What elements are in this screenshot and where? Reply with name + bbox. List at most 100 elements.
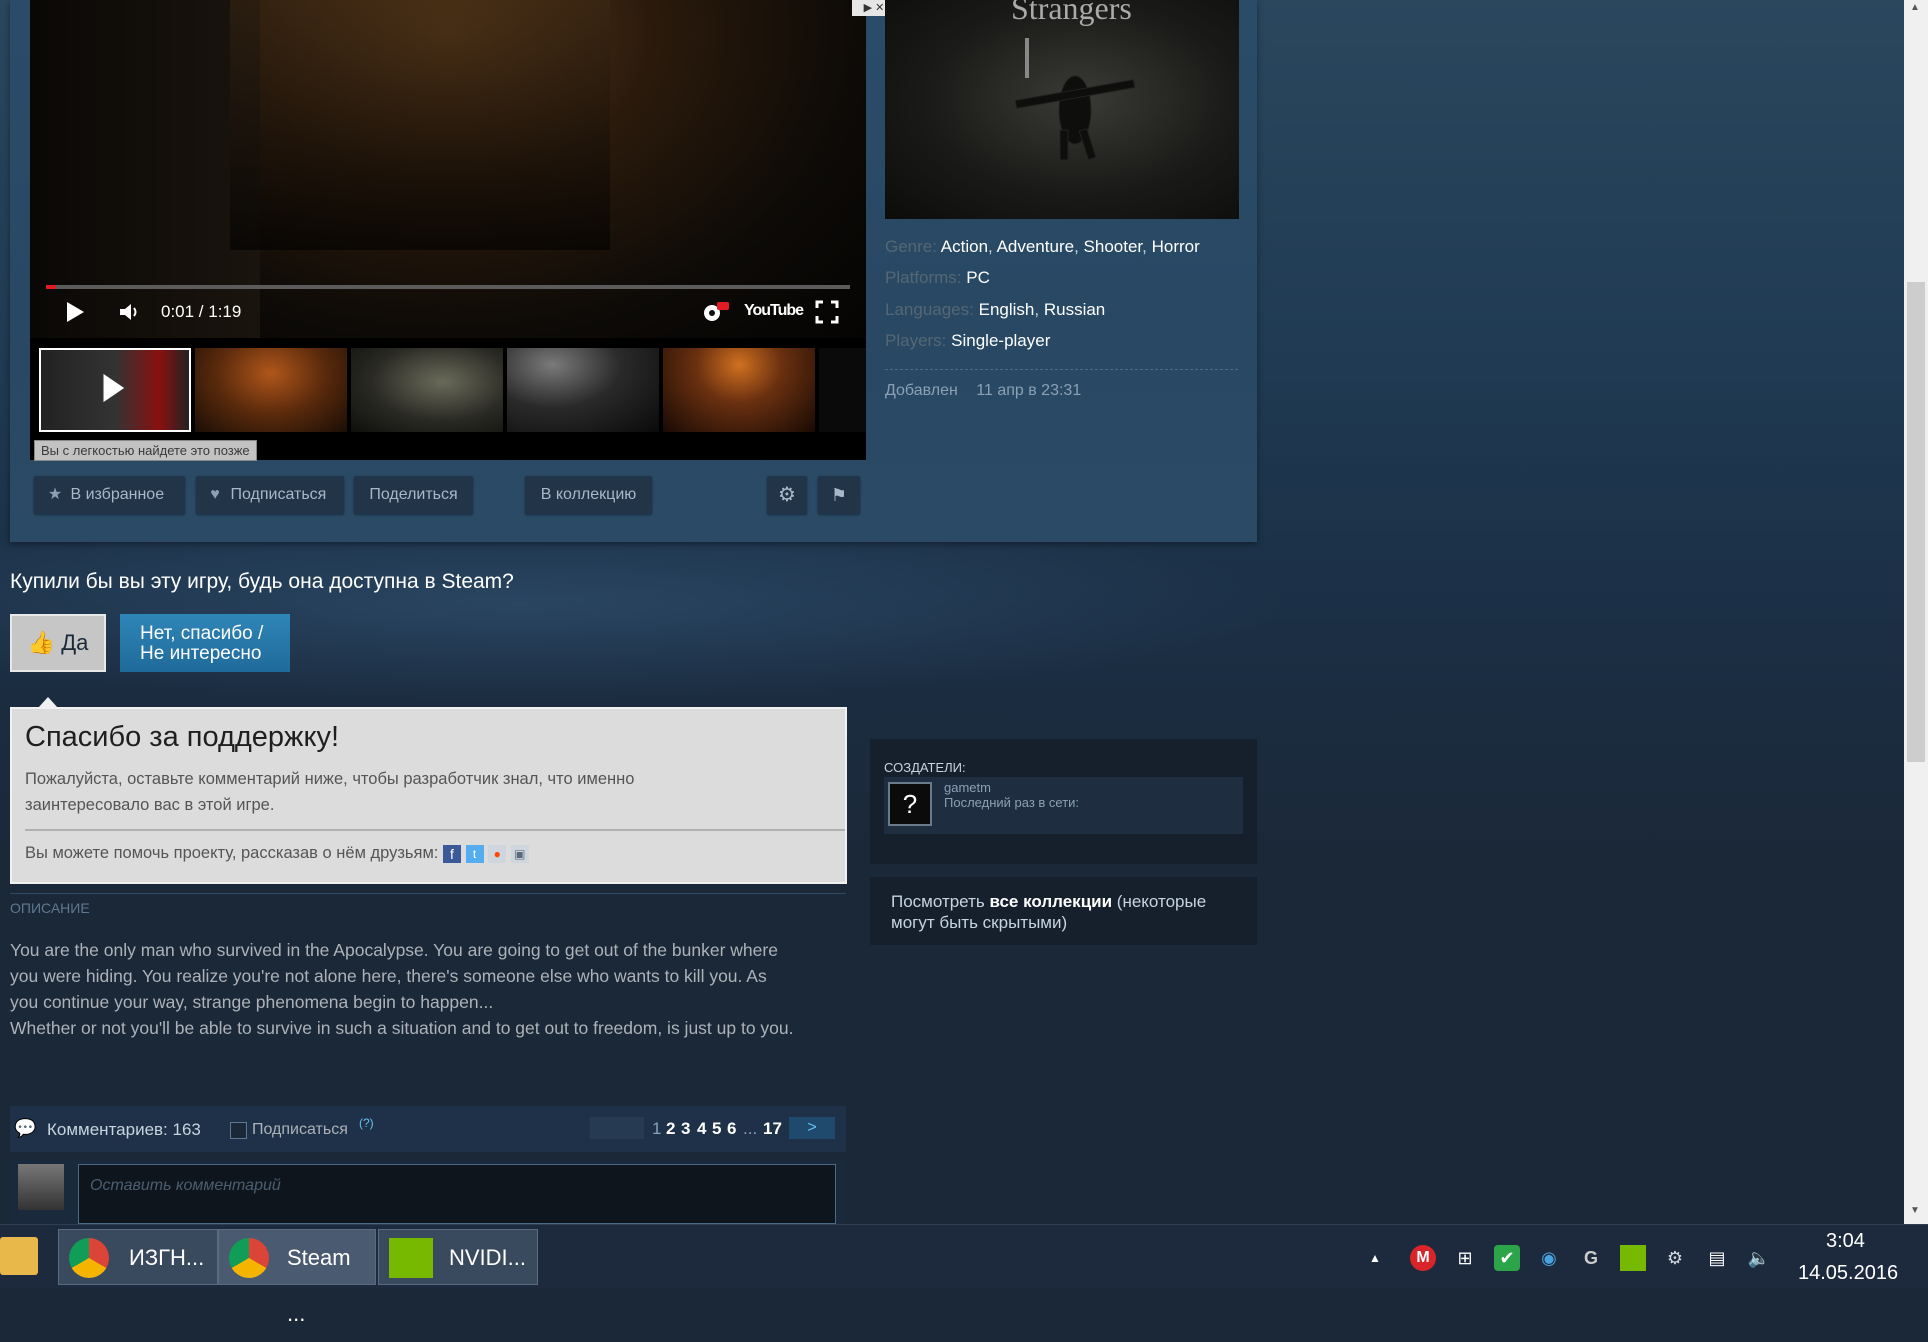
info-separator [885,369,1238,370]
genre-label: Genre: [885,237,937,256]
tray-expand-icon[interactable]: ▲ [1362,1245,1388,1271]
page-4[interactable]: 4 [697,1119,706,1139]
players-label: Players: [885,331,947,350]
added-label: Добавлен [885,382,958,399]
collections-suffix: (некоторые [1112,892,1207,911]
page-scrollbar[interactable]: ▲ ▼ [1904,0,1928,1224]
thumbnail-screenshot-1[interactable] [195,348,347,432]
share-button-label: Поделиться [369,486,458,503]
facebook-icon[interactable]: f [443,844,461,863]
game-cover-image: Strangers [885,0,1239,219]
taskbar-app-chrome-2[interactable]: Steam ... [218,1229,376,1326]
clock-date[interactable]: 14.05.2016 [1798,1262,1898,1285]
page-17[interactable]: 17 [763,1119,782,1139]
steam-tray-icon[interactable]: ⚙ [1662,1245,1688,1271]
genre-action[interactable]: Action [941,237,988,256]
taskbar-app-chrome-1[interactable]: ИЗГН... [58,1229,218,1285]
report-button[interactable]: ⚑ [818,476,860,514]
thumbnail-screenshot-4[interactable] [663,348,815,432]
thumbnail-video[interactable] [39,348,191,432]
heart-icon: ♥ [210,486,220,503]
thanks-title: Спасибо за поддержку! [25,721,340,753]
share-button[interactable]: Поделиться [354,476,473,514]
taskbar-app-nvidia[interactable]: NVIDI... [378,1229,538,1285]
language-russian: Russian [1043,300,1106,319]
comment-input[interactable]: Оставить комментарий [78,1164,836,1224]
taskbar-app-chrome-1-label: ИЗГН... [129,1245,205,1270]
scroll-up-icon[interactable]: ▲ [1910,2,1920,13]
video-progress-bar[interactable] [46,285,850,289]
sync-check-icon[interactable]: ✔ [1494,1245,1520,1271]
youtube-logo[interactable]: YouTube [744,302,804,320]
page-2[interactable]: 2 [666,1119,675,1139]
genre-adventure[interactable]: Adventure [997,237,1075,256]
chrome-icon [69,1238,109,1278]
creator-last-online: Последний раз в сети: [944,795,1080,810]
favorite-button[interactable]: ★ В избранное [34,476,185,514]
windows-icon[interactable]: ⊞ [1452,1245,1478,1271]
nvidia-tray-icon[interactable] [1620,1245,1646,1271]
user-avatar [18,1164,64,1210]
genre-horror[interactable]: Horror [1152,237,1200,256]
thumbnail-screenshot-3[interactable] [507,348,659,432]
page-6[interactable]: 6 [727,1119,736,1139]
creator-card[interactable]: ? gametm Последний раз в сети: [884,777,1243,834]
subscribe-label[interactable]: Подписаться [252,1121,348,1139]
thumbnail-screenshot-2[interactable] [351,348,503,432]
digg-icon[interactable]: ▣ [510,844,529,863]
file-explorer-icon[interactable] [0,1237,38,1275]
description-divider [10,893,846,894]
prev-page-button[interactable] [590,1117,644,1139]
comment-placeholder: Оставить комментарий [90,1177,281,1194]
page-ellipsis: ... [743,1119,758,1138]
network-icon[interactable]: ▤ [1704,1245,1730,1271]
page-5[interactable]: 5 [712,1119,721,1139]
added-value: 11 апр в 23:31 [976,382,1082,399]
language-english: English [978,300,1035,319]
page-1[interactable]: 1 [652,1119,661,1139]
twitter-icon[interactable]: t [465,844,484,863]
creator-name[interactable]: gametm [944,780,991,795]
volume-tray-icon[interactable]: 🔈 [1746,1245,1772,1271]
vote-yes-button[interactable]: 👍 Да [10,614,106,672]
thanks-share-row: Вы можете помочь проекту, рассказав о нё… [25,844,529,863]
subscribe-checkbox[interactable] [230,1122,247,1139]
creator-avatar[interactable]: ? [888,782,932,826]
thumbnail-screenshot-5[interactable] [819,348,866,432]
fullscreen-icon[interactable] [815,300,839,329]
play-icon[interactable] [64,300,86,329]
players-value: Single-player [951,331,1051,350]
languages-row: Languages: English, Russian [885,300,1106,319]
volume-icon[interactable] [118,300,142,329]
description-line2: you were hiding. You realize you're not … [10,966,767,986]
reddit-icon[interactable]: ● [488,844,507,863]
video-progress-fill [46,285,57,289]
subscribe-button[interactable]: ♥ Подписаться [196,476,344,514]
settings-button[interactable]: ⚙ [767,476,807,514]
network-globe-icon[interactable]: ◉ [1536,1245,1562,1271]
platforms-row: Platforms: PC [885,268,990,288]
subscribe-help-link[interactable]: (?) [359,1116,374,1130]
taskbar-app-nvidia-label: NVIDI... [449,1245,527,1270]
mega-icon[interactable]: M [1410,1245,1436,1271]
scrollbar-thumb[interactable] [1907,282,1925,762]
creators-box: СОЗДАТЕЛИ: ? gametm Последний раз в сети… [870,739,1257,864]
clock-time[interactable]: 3:04 [1826,1230,1865,1253]
video-player[interactable]: ▶ ✕ 0:01 / 1:19 YouTube [30,0,896,338]
genre-shooter[interactable]: Shooter [1084,237,1143,256]
settings-hd-icon[interactable] [700,300,730,329]
creators-heading: СОЗДАТЕЛИ: [884,760,966,775]
vote-no-label-line1: Нет, спасибо / [140,623,264,644]
comments-header: 💬 Комментариев: 163 Подписаться (?) 1 2 … [10,1106,846,1152]
flag-icon: ⚑ [830,485,848,505]
collection-button[interactable]: В коллекцию [525,476,652,514]
collections-prefix: Посмотреть [891,892,990,911]
vote-no-button[interactable]: Нет, спасибо / Не интересно [120,614,290,672]
description-heading: ОПИСАНИЕ [10,900,90,916]
logitech-icon[interactable]: G [1578,1245,1604,1271]
all-collections-link[interactable]: все коллекции [989,892,1112,911]
next-page-button[interactable]: > [789,1117,835,1139]
thanks-share-text: Вы можете помочь проекту, рассказав о нё… [25,844,439,862]
scroll-down-icon[interactable]: ▼ [1910,1205,1920,1216]
page-3[interactable]: 3 [681,1119,690,1139]
